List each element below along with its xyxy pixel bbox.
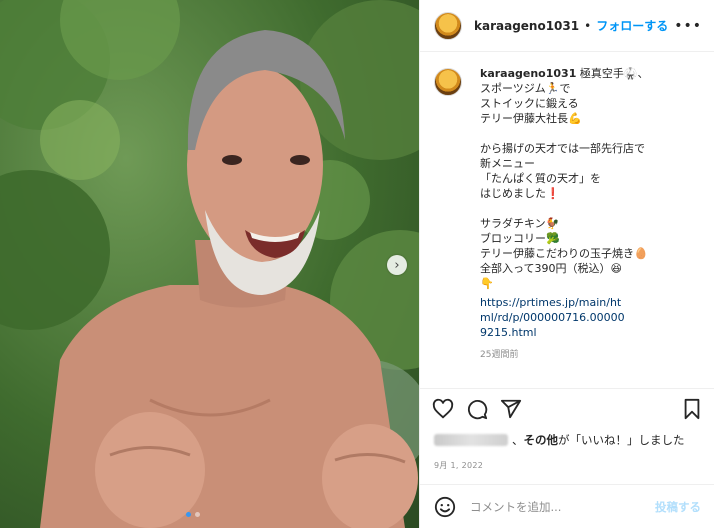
caption-line: スポーツジム🏃で: [480, 82, 571, 95]
more-options-icon[interactable]: •••: [674, 18, 702, 34]
heart-icon[interactable]: [432, 398, 454, 420]
caption-line: テリー伊藤こだわりの玉子焼き🥚: [480, 247, 648, 260]
avatar[interactable]: [434, 11, 462, 40]
likes-summary: 、 その他 が「いいね！」しました: [434, 432, 685, 448]
comment-input[interactable]: [468, 498, 655, 515]
post-side-panel: karaageno1031 • フォローする ••• karaageno1031…: [419, 0, 714, 528]
caption-line: はじめました❗: [480, 187, 560, 200]
likes-comma: 、: [512, 433, 524, 447]
comment-bar: 投稿する: [420, 484, 714, 528]
share-icon[interactable]: [500, 398, 522, 420]
caption-line: 新メニュー: [480, 157, 535, 170]
caption: karaageno1031 極真空手🥋、 スポーツジム🏃で ストイックに鍛える …: [420, 52, 714, 388]
liked-text: が「いいね！」しました: [558, 433, 685, 447]
caption-body: karaageno1031 極真空手🥋、 スポーツジム🏃で ストイックに鍛える …: [480, 66, 649, 388]
follow-button[interactable]: フォローする: [596, 17, 668, 34]
caption-line: 👇: [480, 277, 494, 290]
caption-line: ストイックに鍛える: [480, 97, 579, 110]
post-photo[interactable]: ›: [0, 0, 419, 528]
emoji-icon[interactable]: [434, 496, 456, 518]
header-username[interactable]: karaageno1031: [474, 19, 579, 33]
caption-line: 極真空手🥋、: [579, 67, 649, 80]
post-header: karaageno1031 • フォローする •••: [420, 0, 714, 52]
caption-line: から揚げの天才では一部先行店で: [480, 142, 645, 155]
caption-line: ブロッコリー🥦: [480, 232, 560, 245]
caption-line: サラダチキン🐓: [480, 217, 560, 230]
separator-dot: •: [584, 18, 592, 33]
comment-icon[interactable]: [466, 398, 488, 420]
blurred-username: [434, 434, 508, 446]
caption-link[interactable]: https://prtimes.jp/main/html/rd/p/000000…: [480, 295, 630, 340]
caption-username[interactable]: karaageno1031: [480, 67, 576, 80]
next-slide-button[interactable]: ›: [387, 255, 407, 275]
others-link[interactable]: その他: [524, 432, 559, 448]
action-bar: [420, 388, 714, 428]
carousel-dot: [195, 512, 200, 517]
caption-line: テリー伊藤大社長💪: [480, 112, 582, 125]
caption-avatar[interactable]: [434, 68, 462, 96]
post-date[interactable]: 9月 1, 2022: [434, 460, 483, 471]
post-comment-button[interactable]: 投稿する: [655, 499, 701, 515]
caption-timestamp[interactable]: 25週間前: [480, 348, 649, 363]
carousel-dots: [186, 512, 200, 517]
photo-illustration: [0, 0, 419, 528]
carousel-dot-active: [186, 512, 191, 517]
bookmark-icon[interactable]: [681, 398, 703, 420]
caption-line: 全部入って390円（税込）😆: [480, 262, 622, 275]
caption-line: 「たんぱく質の天才」を: [480, 172, 601, 185]
